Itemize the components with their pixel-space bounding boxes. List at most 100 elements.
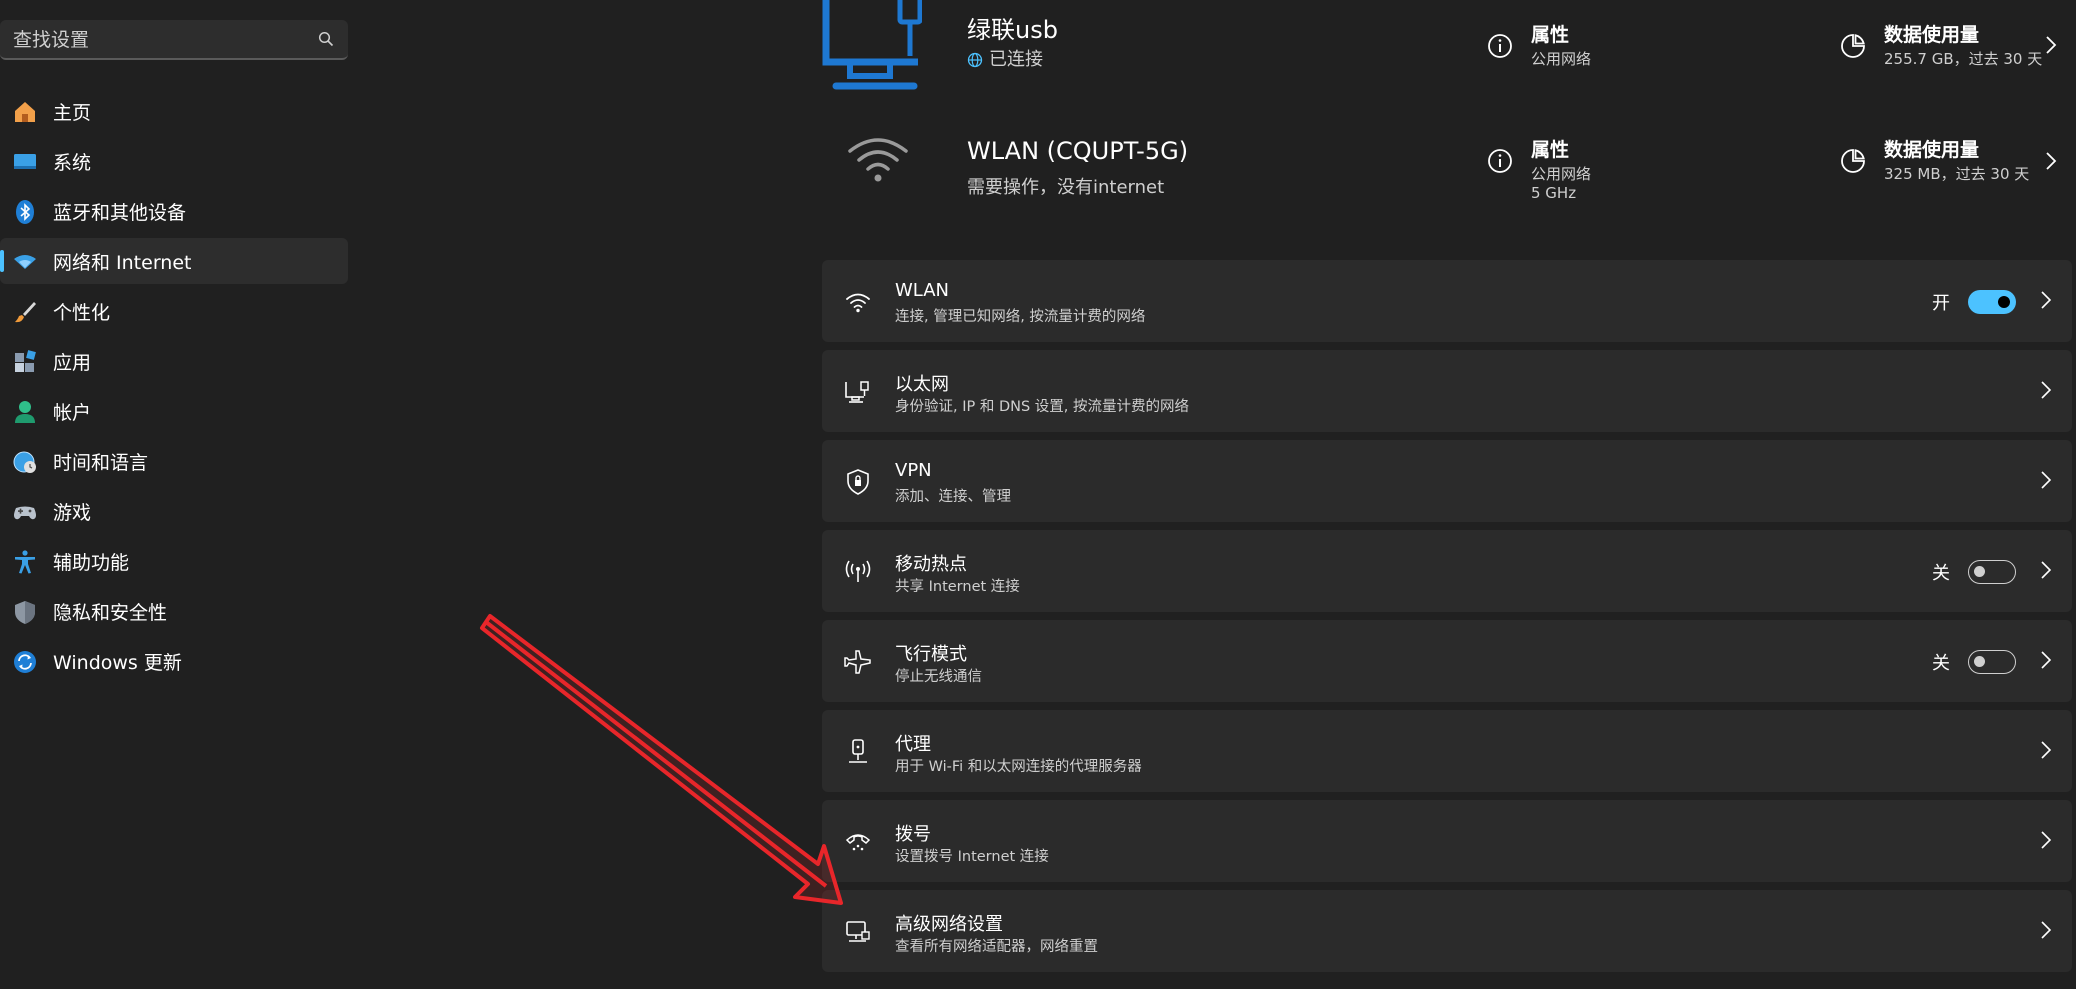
setting-vpn[interactable]: VPN 添加、连接、管理: [822, 440, 2072, 522]
sidebar-item-network[interactable]: 网络和 Internet: [0, 238, 348, 284]
vpn-shield-icon: [844, 468, 872, 496]
toggle-state-label: 关: [1932, 653, 1950, 674]
sidebar-item-label: 网络和 Internet: [53, 251, 192, 274]
sidebar-item-label: 辅助功能: [53, 551, 130, 574]
setting-title: 代理: [895, 734, 931, 755]
wlan-toggle[interactable]: 开: [1932, 289, 2016, 315]
setting-title: 以太网: [895, 374, 949, 395]
setting-subtitle: 设置拨号 Internet 连接: [895, 849, 1049, 865]
chevron-right-icon[interactable]: [2040, 920, 2052, 944]
bluetooth-icon: [12, 199, 38, 225]
network-wifi-icon: [12, 249, 38, 275]
setting-subtitle: 停止无线通信: [895, 669, 982, 685]
paintbrush-icon: [12, 299, 38, 325]
network-card-wlan[interactable]: WLAN (CQUPT-5G) 需要操作，没有internet 属性 公用网络 …: [822, 115, 2074, 225]
network-status: 已连接: [967, 45, 1043, 73]
sidebar-item-label: 主页: [53, 101, 92, 124]
toggle-switch[interactable]: [1968, 560, 2016, 584]
home-icon: [12, 99, 38, 125]
properties-title: 属性: [1531, 24, 1570, 46]
info-icon: [1487, 33, 1513, 63]
pie-chart-icon: [1840, 148, 1866, 178]
chevron-right-icon[interactable]: [2040, 830, 2052, 854]
sidebar-item-system[interactable]: 系统: [0, 138, 348, 184]
sidebar-item-windows-update[interactable]: Windows 更新: [0, 638, 348, 684]
accessibility-icon: [12, 549, 38, 575]
ethernet-icon: [844, 378, 872, 406]
network-status-text: 需要操作，没有internet: [967, 177, 1165, 198]
sidebar-item-label: 个性化: [53, 301, 111, 324]
sidebar-item-time-language[interactable]: 时间和语言: [0, 438, 348, 484]
sidebar-item-label: 帐户: [53, 401, 92, 424]
setting-subtitle: 身份验证, IP 和 DNS 设置, 按流量计费的网络: [895, 399, 1189, 415]
setting-wlan[interactable]: WLAN 连接, 管理已知网络, 按流量计费的网络 开: [822, 260, 2072, 342]
sidebar-item-label: 蓝牙和其他设备: [53, 201, 187, 224]
sidebar-item-home[interactable]: 主页: [0, 88, 348, 134]
network-band: 5 GHz: [1531, 184, 1577, 202]
sidebar-item-label: Windows 更新: [53, 651, 182, 674]
setting-title: WLAN: [895, 280, 950, 301]
network-status-text: 已连接: [989, 49, 1043, 70]
setting-title: 高级网络设置: [895, 914, 1003, 935]
data-usage-title: 数据使用量: [1884, 24, 1980, 46]
setting-subtitle: 连接, 管理已知网络, 按流量计费的网络: [895, 309, 1146, 325]
sidebar-item-label: 系统: [53, 151, 92, 174]
sidebar-item-label: 时间和语言: [53, 451, 149, 474]
hotspot-toggle[interactable]: 关: [1932, 559, 2016, 585]
setting-ethernet[interactable]: 以太网 身份验证, IP 和 DNS 设置, 按流量计费的网络: [822, 350, 2072, 432]
chevron-right-icon[interactable]: [2040, 290, 2052, 314]
ethernet-monitor-icon: [822, 0, 923, 102]
network-card-ethernet[interactable]: 绿联usb 已连接 属性 公用网络 数据使用量 255.7 GB，过去 30 天: [822, 0, 2074, 110]
proxy-icon: [844, 738, 872, 766]
network-name: WLAN (CQUPT-5G): [967, 137, 1189, 165]
sidebar-item-label: 隐私和安全性: [53, 601, 168, 624]
data-usage-value: 325 MB，过去 30 天: [1884, 165, 2030, 183]
chevron-right-icon[interactable]: [2044, 150, 2058, 176]
chevron-right-icon[interactable]: [2044, 34, 2058, 60]
advanced-network-icon: [844, 918, 872, 946]
windows-update-icon: [12, 649, 38, 675]
setting-subtitle: 查看所有网络适配器，网络重置: [895, 939, 1098, 955]
sidebar-item-gaming[interactable]: 游戏: [0, 488, 348, 534]
setting-title: 拨号: [895, 824, 931, 845]
toggle-state-label: 开: [1932, 293, 1950, 314]
data-usage-value: 255.7 GB，过去 30 天: [1884, 50, 2043, 68]
setting-title: 飞行模式: [895, 644, 967, 665]
properties-title: 属性: [1531, 139, 1570, 161]
chevron-right-icon[interactable]: [2040, 560, 2052, 584]
setting-mobile-hotspot[interactable]: 移动热点 共享 Internet 连接 关: [822, 530, 2072, 612]
setting-proxy[interactable]: 代理 用于 Wi-Fi 和以太网连接的代理服务器: [822, 710, 2072, 792]
setting-advanced-network[interactable]: 高级网络设置 查看所有网络适配器，网络重置: [822, 890, 2072, 972]
sidebar-item-personalization[interactable]: 个性化: [0, 288, 348, 334]
search-icon[interactable]: [318, 31, 334, 51]
setting-airplane-mode[interactable]: 飞行模式 停止无线通信 关: [822, 620, 2072, 702]
wifi-large-icon: [847, 135, 909, 189]
chevron-right-icon[interactable]: [2040, 470, 2052, 494]
shield-icon: [12, 599, 38, 625]
toggle-switch[interactable]: [1968, 290, 2016, 314]
toggle-state-label: 关: [1932, 563, 1950, 584]
chevron-right-icon[interactable]: [2040, 650, 2052, 674]
search-input[interactable]: [0, 20, 315, 60]
search-box[interactable]: [0, 20, 348, 60]
sidebar-item-bluetooth[interactable]: 蓝牙和其他设备: [0, 188, 348, 234]
toggle-switch[interactable]: [1968, 650, 2016, 674]
network-profile-type: 公用网络: [1531, 50, 1592, 68]
chevron-right-icon[interactable]: [2040, 740, 2052, 764]
airplane-toggle[interactable]: 关: [1932, 649, 2016, 675]
gamepad-icon: [12, 499, 38, 525]
globe-icon: [967, 52, 983, 73]
sidebar-item-accounts[interactable]: 帐户: [0, 388, 348, 434]
chevron-right-icon[interactable]: [2040, 380, 2052, 404]
system-icon: [12, 149, 38, 175]
airplane-icon: [844, 648, 872, 676]
network-settings-list: WLAN 连接, 管理已知网络, 按流量计费的网络 开 以太网 身份验证, IP…: [822, 260, 2072, 980]
setting-dial-up[interactable]: 拨号 设置拨号 Internet 连接: [822, 800, 2072, 882]
sidebar-item-accessibility[interactable]: 辅助功能: [0, 538, 348, 584]
hotspot-icon: [844, 558, 872, 586]
pie-chart-icon: [1840, 33, 1866, 63]
sidebar-item-apps[interactable]: 应用: [0, 338, 348, 384]
network-name: 绿联usb: [967, 16, 1058, 44]
setting-subtitle: 用于 Wi-Fi 和以太网连接的代理服务器: [895, 759, 1142, 775]
sidebar-item-privacy[interactable]: 隐私和安全性: [0, 588, 348, 634]
